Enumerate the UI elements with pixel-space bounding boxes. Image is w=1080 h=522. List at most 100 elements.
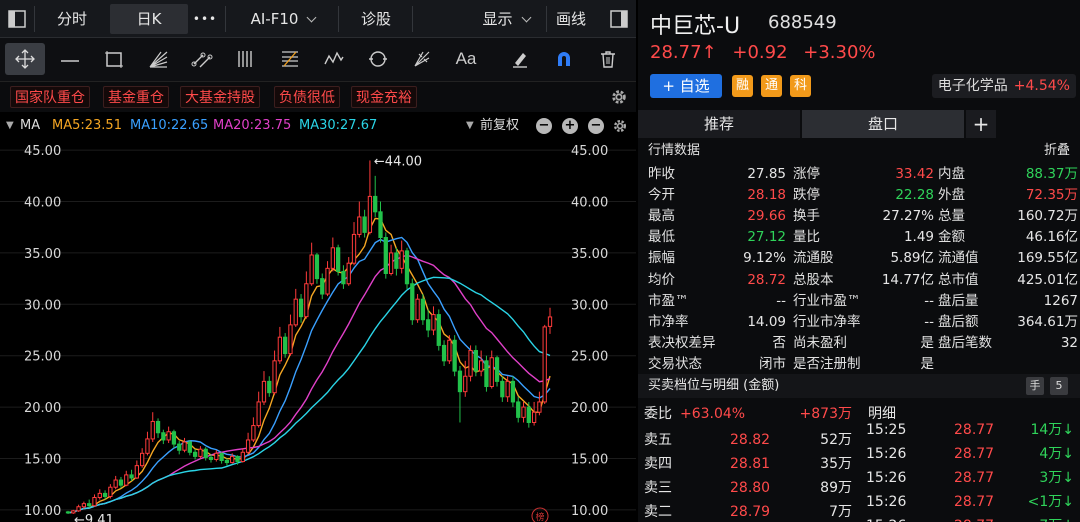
draw-line-button[interactable]: 画线 [548, 4, 594, 34]
candle-body[interactable] [298, 298, 304, 318]
candle-body[interactable] [81, 503, 87, 508]
rect-icon[interactable] [94, 43, 134, 75]
candle-body[interactable] [150, 420, 155, 440]
candle-body[interactable] [415, 298, 420, 321]
candle-body[interactable] [92, 497, 97, 507]
gann-icon[interactable] [402, 43, 442, 75]
candle-body[interactable] [256, 401, 261, 427]
candle-body[interactable] [537, 401, 542, 413]
candle-body[interactable] [203, 448, 208, 458]
kline-svg[interactable]: 45.00 40.00 35.00 30.00 25.00 20.00 15.00 10.00… [0, 138, 636, 522]
candle-body[interactable] [494, 357, 500, 382]
candle-body[interactable] [97, 492, 102, 499]
candle-body[interactable] [388, 252, 394, 274]
candle-body[interactable] [87, 503, 92, 507]
sidebar-toggle-icon[interactable] [606, 4, 632, 34]
candle-body[interactable] [166, 431, 171, 441]
ask-row[interactable]: 卖五 28.82 52万 [638, 428, 858, 452]
candle-body[interactable] [314, 254, 320, 280]
candle-body[interactable] [118, 479, 124, 486]
candle-body[interactable] [145, 438, 150, 454]
candle-body[interactable] [521, 406, 526, 418]
candle-body[interactable] [320, 278, 325, 295]
hline-icon[interactable] [50, 43, 90, 75]
ask-row[interactable]: 卖四 28.81 35万 [638, 452, 858, 476]
candle-body[interactable] [362, 216, 367, 233]
tick-detail[interactable]: 明细 15:25 28.77 14万↓ 15:26 28.77 4万↓ 15:26 28.77… [860, 400, 1080, 522]
collapse-icon[interactable]: ▼ [6, 114, 14, 138]
candle-body[interactable] [526, 406, 531, 423]
reset-icon[interactable]: − [588, 118, 604, 134]
tag-item[interactable]: 现金充裕 [351, 86, 417, 108]
candle-body[interactable] [235, 455, 240, 463]
candle-body[interactable] [330, 247, 335, 269]
candle-body[interactable] [113, 479, 118, 488]
candle-body[interactable] [177, 443, 182, 451]
candle-body[interactable] [441, 344, 447, 362]
tag-item[interactable]: 基金重仓 [103, 86, 169, 108]
tab-board[interactable]: 盘口 [802, 110, 964, 138]
eraser-icon[interactable] [500, 43, 540, 75]
candle-body[interactable] [335, 247, 341, 272]
candle-body[interactable] [531, 411, 537, 423]
connect-badge[interactable]: 通 [761, 75, 782, 97]
gear-icon[interactable] [610, 88, 628, 106]
margin-badge[interactable]: 融 [732, 75, 753, 97]
candle-body[interactable] [198, 448, 203, 457]
candle-body[interactable] [489, 357, 494, 388]
candle-body[interactable] [283, 336, 288, 355]
candle-body[interactable] [484, 360, 489, 388]
candle-body[interactable] [214, 452, 219, 460]
candle-body[interactable] [420, 298, 426, 321]
add-watchlist-button[interactable]: + 自选 [650, 74, 722, 98]
text-tool-icon[interactable]: Aa [446, 43, 486, 75]
candle-body[interactable] [378, 211, 383, 239]
candle-body[interactable] [410, 283, 415, 321]
channel-icon[interactable] [182, 43, 222, 75]
candle-body[interactable] [542, 326, 547, 403]
trash-icon[interactable] [588, 43, 628, 75]
candle-body[interactable] [479, 360, 484, 372]
candle-body[interactable] [251, 425, 256, 441]
candle-body[interactable] [129, 474, 134, 479]
candle-body[interactable] [463, 375, 468, 393]
candle-body[interactable] [272, 360, 277, 394]
candle-body[interactable] [341, 270, 346, 285]
candle-body[interactable] [510, 380, 516, 403]
tab-recommend[interactable]: 推荐 [638, 110, 800, 138]
gear-icon[interactable] [612, 118, 628, 134]
candle-body[interactable] [267, 380, 272, 394]
candle-body[interactable] [230, 455, 235, 464]
candle-body[interactable] [399, 250, 404, 269]
candle-body[interactable] [346, 262, 351, 285]
candle-body[interactable] [468, 350, 473, 377]
tag-item[interactable]: 负债很低 [274, 86, 340, 108]
candle-body[interactable] [140, 452, 145, 467]
fold-button[interactable]: 折叠 [1044, 140, 1070, 162]
star-market-badge[interactable]: 科 [790, 75, 811, 97]
candle-body[interactable] [500, 380, 505, 398]
more-menu-icon[interactable]: ••• [188, 4, 222, 34]
candle-body[interactable] [76, 506, 81, 512]
chevron-down-icon[interactable]: ▼ [466, 114, 474, 138]
ask-row[interactable]: 卖三 28.80 89万 [638, 476, 858, 500]
candle-body[interactable] [65, 511, 71, 514]
display-dropdown[interactable]: 显示 [470, 4, 542, 34]
candle-body[interactable] [367, 195, 373, 233]
fan-icon[interactable] [138, 43, 178, 75]
magnet-icon[interactable] [544, 43, 584, 75]
candle-body[interactable] [288, 324, 293, 355]
candle-body[interactable] [436, 314, 441, 346]
candle-body[interactable] [134, 465, 139, 479]
adjust-dropdown[interactable]: 前复权 [480, 114, 519, 138]
candle-body[interactable] [505, 380, 510, 398]
candle-body[interactable] [277, 336, 283, 362]
candle-body[interactable] [373, 195, 378, 213]
kline-chart[interactable]: 45.00 40.00 35.00 30.00 25.00 20.00 15.00 10.00… [0, 138, 636, 522]
candle-body[interactable] [245, 439, 251, 453]
tag-item[interactable]: 国家队重仓 [10, 86, 90, 108]
candle-body[interactable] [155, 420, 161, 434]
candle-body[interactable] [357, 216, 362, 235]
candle-body[interactable] [351, 233, 357, 264]
candle-body[interactable] [452, 339, 457, 372]
